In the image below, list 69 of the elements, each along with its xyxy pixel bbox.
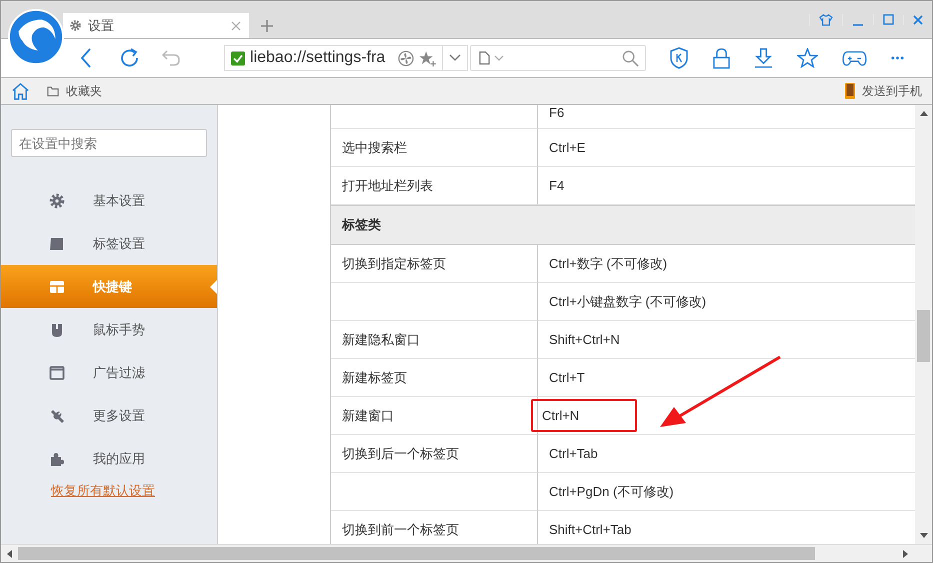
vertical-scrollbar[interactable] (915, 105, 932, 544)
shortcut-key[interactable]: Ctrl+N (542, 408, 580, 423)
horizontal-scrollbar[interactable] (1, 544, 932, 562)
shortcut-action: 切换到指定标签页 (342, 254, 446, 272)
send-to-phone-button[interactable]: 发送到手机 (845, 82, 922, 100)
shortcut-action: 新建隐私窗口 (342, 330, 420, 348)
shortcut-action: 切换到后一个标签页 (342, 444, 459, 462)
star-plus-icon[interactable] (418, 50, 437, 66)
bookmark-folder[interactable]: 收藏夹 (47, 82, 102, 100)
shortcut-key[interactable]: Ctrl+E (549, 140, 586, 155)
sidebar-item[interactable]: 鼠标手势 (1, 308, 217, 351)
shortcut-action: 新建标签页 (342, 368, 407, 386)
shortcut-key[interactable]: Ctrl+PgDn (不可修改) (549, 482, 674, 500)
browser-tab[interactable]: 设置 (63, 13, 249, 38)
check-icon (231, 50, 246, 66)
shortcut-key[interactable]: F6 (549, 105, 564, 120)
caret-icon (494, 55, 504, 61)
gear-icon (69, 19, 82, 32)
shortcut-key[interactable]: Shift+Ctrl+N (549, 332, 620, 347)
plus-icon[interactable] (261, 20, 273, 32)
sidebar-item[interactable]: 更多设置 (1, 394, 217, 437)
fan-icon[interactable] (398, 50, 414, 66)
address-field[interactable]: liebao://settings-fra (224, 45, 468, 71)
shortcut-key[interactable]: Ctrl+数字 (不可修改) (549, 254, 668, 272)
address-text: liebao://settings-fra (250, 49, 386, 67)
shield-icon[interactable] (669, 47, 689, 69)
shortcut-key[interactable]: Ctrl+T (549, 370, 585, 385)
phone-icon (845, 83, 855, 99)
lock-icon[interactable] (713, 48, 730, 68)
close-icon[interactable] (231, 20, 241, 30)
more-icon[interactable] (891, 56, 904, 60)
page-icon (479, 51, 490, 65)
shortcut-action: 切换到前一个标签页 (342, 520, 459, 538)
shortcut-key[interactable]: Shift+Ctrl+Tab (549, 522, 632, 537)
shortcut-key[interactable]: F4 (549, 178, 564, 193)
shortcut-action: 选中搜索栏 (342, 138, 407, 156)
shortcut-key[interactable]: Ctrl+Tab (549, 446, 598, 461)
download-icon[interactable] (754, 48, 773, 68)
section-header: 标签类 (331, 205, 915, 245)
scroll-right-icon[interactable] (903, 550, 908, 558)
pointer-notch (210, 280, 217, 294)
settings-search-field[interactable]: 在设置中搜索 (11, 129, 207, 157)
reload-icon[interactable] (119, 47, 141, 69)
layout-icon (49, 278, 65, 294)
gamepad-icon[interactable] (842, 50, 867, 66)
sidebar-item[interactable]: 标签设置 (1, 222, 217, 265)
folder-icon (47, 86, 59, 96)
search-field[interactable] (470, 45, 646, 71)
shortcut-action: 打开地址栏列表 (342, 176, 433, 194)
gear-icon (49, 192, 65, 208)
caret-icon (448, 54, 461, 62)
search-icon[interactable] (622, 50, 639, 66)
mouse-icon (49, 322, 65, 338)
tab-title: 设置 (88, 16, 115, 34)
puzzle-icon (49, 450, 65, 466)
shortcut-key[interactable]: Ctrl+小键盘数字 (不可修改) (549, 292, 706, 310)
scrollbar-thumb[interactable] (917, 310, 930, 362)
home-icon[interactable] (11, 82, 30, 100)
shortcut-action: 新建窗口 (342, 406, 394, 424)
star-icon[interactable] (797, 48, 818, 68)
scroll-up-icon[interactable] (920, 111, 928, 116)
sidebar-item[interactable]: 基本设置 (1, 179, 217, 222)
scroll-down-icon[interactable] (920, 533, 928, 538)
window-icon (49, 364, 65, 380)
scroll-left-icon[interactable] (7, 550, 12, 558)
scrollbar-thumb[interactable] (18, 547, 815, 560)
tab-icon (49, 236, 65, 252)
sidebar-item[interactable]: 我的应用 (1, 437, 217, 480)
sidebar-item[interactable]: 广告过滤 (1, 351, 217, 394)
